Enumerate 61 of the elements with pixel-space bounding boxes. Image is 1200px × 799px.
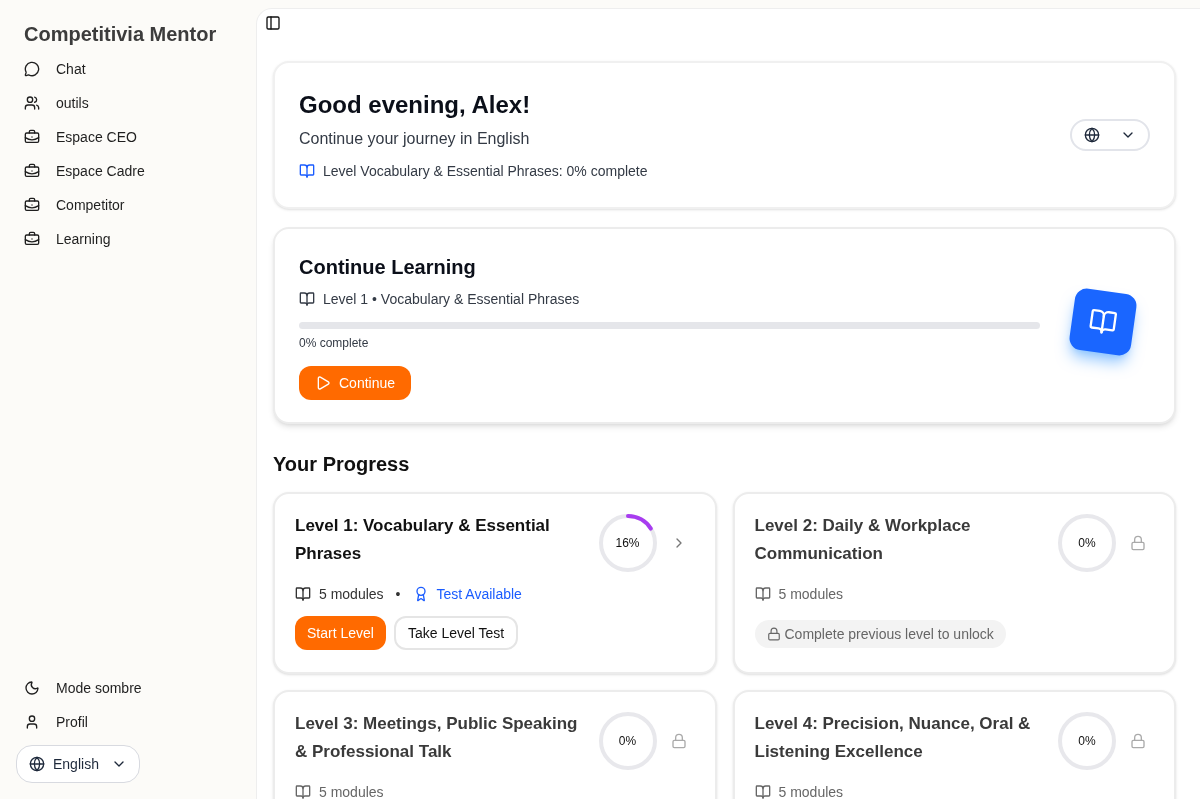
progress-percent: 16% — [615, 535, 640, 551]
lock-icon — [1130, 733, 1146, 749]
continue-title: Continue Learning — [299, 255, 477, 280]
lock-icon — [670, 733, 687, 749]
sidebar-item[interactable]: Chat — [56, 59, 86, 79]
chat-bubble-icon — [24, 61, 40, 77]
moon-icon — [24, 680, 40, 696]
level-status: Level Vocabulary & Essential Phrases: 0% complete — [323, 162, 648, 181]
sidebar-item[interactable]: Competitor — [56, 195, 125, 215]
level-card[interactable]: Level 2: Daily & Workplace Communication 0% 5 modules Complete previous level to unlock — [732, 492, 1176, 674]
modules-count: 5 modules — [319, 783, 384, 799]
test-available-link[interactable]: Test Available — [436, 584, 522, 604]
level-card[interactable]: Level 3: Meetings, Public Speaking & Professional Talk 0% 5 modules — [273, 690, 717, 799]
users-icon — [24, 95, 40, 111]
level-card[interactable]: Level 1: Vocabulary & Essential Phrases 16% 5 modules • Test Available Start Level Take Level Test — [273, 492, 717, 674]
briefcase-icon — [24, 231, 40, 247]
progress-label: 0% complete — [299, 335, 370, 351]
briefcase-icon — [24, 163, 40, 179]
modules-count: 5 modules — [319, 585, 384, 604]
book-icon — [295, 784, 311, 799]
sidebar-item[interactable]: Espace CEO — [56, 127, 137, 147]
level-card[interactable]: Level 4: Precision, Nuance, Oral & Listening Excellence 0% 5 modules — [732, 690, 1176, 799]
play-icon — [315, 375, 331, 391]
modules-count: 5 modules — [778, 585, 844, 604]
bullet-dot: • — [395, 585, 401, 604]
briefcase-icon — [24, 197, 40, 213]
sidebar-item[interactable]: Profil — [56, 712, 88, 732]
globe-icon — [29, 756, 45, 772]
lock-icon — [766, 627, 781, 641]
sidebar-item[interactable]: Espace Cadre — [56, 161, 145, 181]
progress-percent: 0% — [1078, 733, 1096, 749]
book-icon — [295, 586, 311, 602]
modules-count: 5 modules — [778, 783, 844, 799]
briefcase-icon — [24, 129, 40, 145]
level-title: Level 4: Precision, Nuance, Oral & Listening Excellence — [754, 713, 1032, 763]
user-icon — [24, 714, 40, 730]
level-title: Level 1: Vocabulary & Essential Phrases — [295, 515, 551, 565]
book-icon — [299, 291, 315, 307]
level-label: Level 1 • Vocabulary & Essential Phrases — [323, 290, 580, 309]
greeting-title: Good evening, Alex! — [299, 90, 532, 120]
locked-note: Complete previous level to unlock — [754, 620, 1006, 648]
level-title: Level 2: Daily & Workplace Communication — [754, 515, 972, 565]
book-icon — [299, 163, 315, 179]
language-select[interactable]: English — [16, 745, 140, 783]
globe-icon — [1084, 127, 1100, 143]
progress-percent: 0% — [618, 733, 637, 749]
sidebar-item[interactable]: Mode sombre — [56, 678, 142, 698]
lock-icon — [1130, 535, 1146, 551]
book-badge-icon — [1068, 286, 1138, 357]
book-icon — [754, 784, 771, 799]
language-dropdown-button[interactable] — [1070, 119, 1150, 151]
level-title: Level 3: Meetings, Public Speaking & Professional Talk — [295, 713, 579, 763]
welcome-subtitle: Continue your journey in English — [299, 129, 531, 149]
sidebar-item[interactable]: Learning — [56, 229, 111, 249]
book-icon — [754, 586, 771, 602]
sidebar-item[interactable]: outils — [56, 93, 89, 113]
progress-percent: 0% — [1078, 535, 1096, 551]
section-title: Your Progress — [273, 452, 411, 477]
take-test-button[interactable]: Take Level Test — [393, 616, 519, 650]
sidebar-toggle-icon[interactable] — [265, 15, 281, 31]
app-title: Competitivia Mentor — [23, 22, 218, 47]
